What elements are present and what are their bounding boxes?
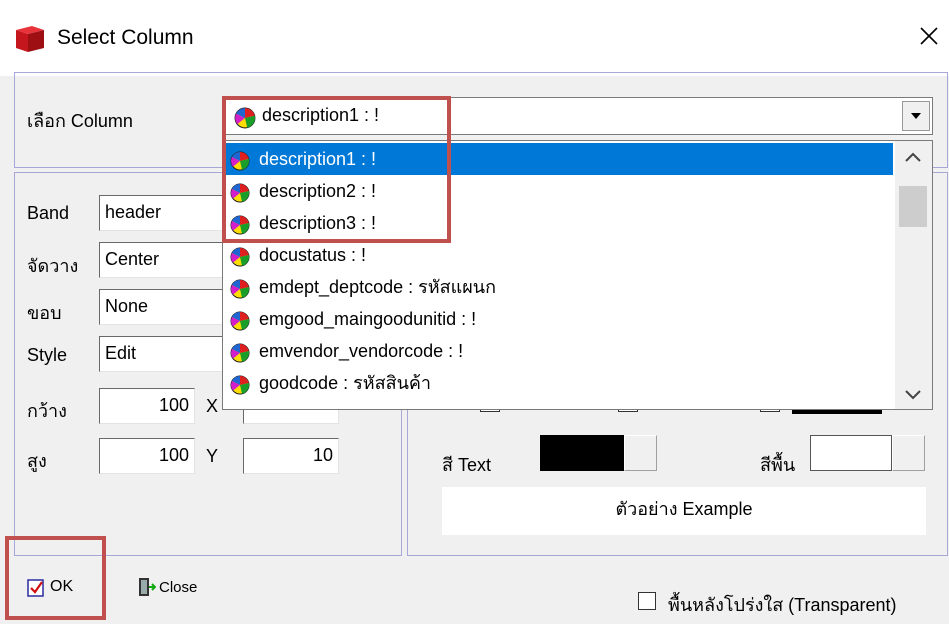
- dropdown-option[interactable]: goodcode : รหัสสินค้า: [223, 367, 893, 399]
- column-ball-icon: [230, 277, 250, 299]
- scroll-up-icon[interactable]: [903, 150, 923, 164]
- dropdown-scrollbar[interactable]: [895, 141, 932, 409]
- style-label: Style: [27, 345, 68, 365]
- transparent-checkbox[interactable]: [638, 592, 656, 610]
- text-color-picker-button[interactable]: [624, 435, 657, 471]
- dropdown-option[interactable]: emgood_maingoodunitid : !: [223, 303, 893, 335]
- y-field[interactable]: 10: [243, 438, 339, 474]
- dropdown-option[interactable]: docustatus : !: [223, 239, 893, 271]
- scrollbar-thumb[interactable]: [899, 186, 927, 227]
- dropdown-option-label: docustatus : !: [259, 245, 367, 265]
- border-field[interactable]: None: [99, 289, 229, 325]
- bg-color-label: สีพื้น: [760, 455, 796, 475]
- text-color-label: สี Text: [442, 455, 491, 475]
- height-field[interactable]: 100: [99, 438, 195, 474]
- transparent-label: พื้นหลังโปร่งใส (Transparent): [668, 595, 897, 615]
- align-field[interactable]: Center: [99, 242, 229, 278]
- dropdown-option-label: emvendor_vendorcode : !: [259, 341, 464, 361]
- preview-text: ตัวอย่าง Example: [615, 499, 753, 519]
- align-label: จัดวาง: [27, 256, 79, 276]
- y-label: Y: [206, 446, 219, 466]
- style-field[interactable]: Edit: [99, 336, 229, 372]
- ok-button-label: OK: [50, 578, 74, 595]
- column-ball-icon: [230, 341, 250, 363]
- close-button-label: Close: [159, 579, 198, 596]
- highlight-box-options: [222, 96, 451, 243]
- column-ball-icon: [230, 373, 250, 395]
- dropdown-option-label: goodcode : รหัสสินค้า: [259, 373, 432, 393]
- band-label: Band: [27, 203, 70, 223]
- height-label: สูง: [27, 451, 47, 471]
- app-book-icon: [16, 26, 44, 52]
- chevron-down-icon: [911, 113, 921, 119]
- text-color-swatch: [540, 435, 624, 471]
- column-select-label: เลือก Column: [27, 111, 133, 131]
- width-label: กว้าง: [27, 401, 67, 421]
- window-title: Select Column: [57, 26, 194, 49]
- x-label: X: [206, 396, 219, 416]
- width-field[interactable]: 100: [99, 388, 195, 424]
- dropdown-option[interactable]: emvendor_vendorcode : !: [223, 335, 893, 367]
- dropdown-option[interactable]: emdept_deptcode : รหัสแผนก: [223, 271, 893, 303]
- border-label: ขอบ: [27, 303, 62, 323]
- dropdown-option-label: emdept_deptcode : รหัสแผนก: [259, 277, 496, 297]
- close-window-icon[interactable]: [915, 22, 943, 50]
- band-field[interactable]: header: [99, 195, 229, 231]
- column-ball-icon: [230, 309, 250, 331]
- exit-door-icon: [139, 578, 156, 596]
- bg-color-picker-button[interactable]: [892, 435, 925, 471]
- checkmark-document-icon: [27, 579, 44, 597]
- scroll-down-icon[interactable]: [903, 388, 923, 402]
- column-ball-icon: [230, 245, 250, 267]
- dropdown-option-label: emgood_maingoodunitid : !: [259, 309, 477, 329]
- bg-color-swatch: [810, 435, 892, 471]
